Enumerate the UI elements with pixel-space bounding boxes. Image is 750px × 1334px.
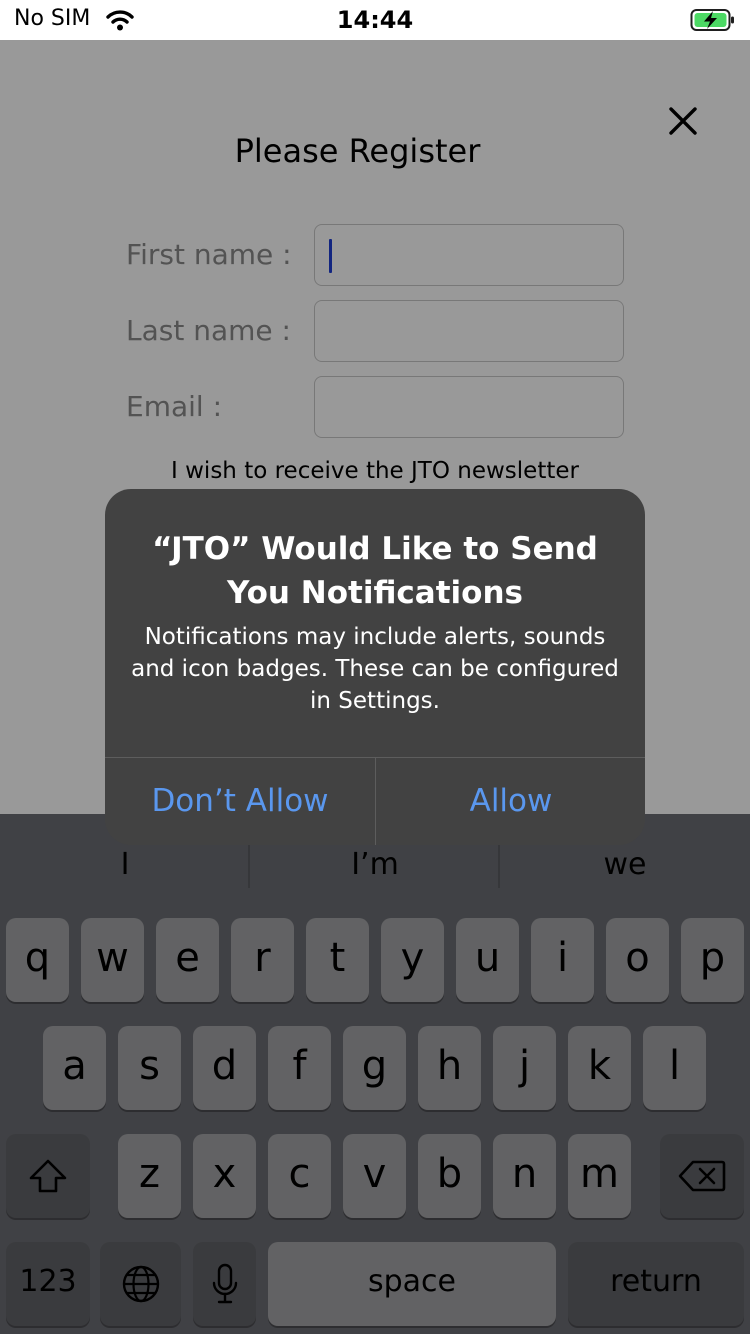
battery-charging-icon <box>690 9 734 31</box>
allow-button[interactable]: Allow <box>376 758 645 845</box>
alert-title: “JTO” Would Like to Send You Notificatio… <box>152 531 598 611</box>
status-time: 14:44 <box>336 6 414 34</box>
alert-message: Notifications may include alerts, sounds… <box>131 624 619 714</box>
notification-permission-alert: “JTO” Would Like to Send You Notificatio… <box>105 489 645 845</box>
dont-allow-button[interactable]: Don’t Allow <box>105 758 375 845</box>
status-bar: No SIM 14:44 <box>0 0 750 40</box>
